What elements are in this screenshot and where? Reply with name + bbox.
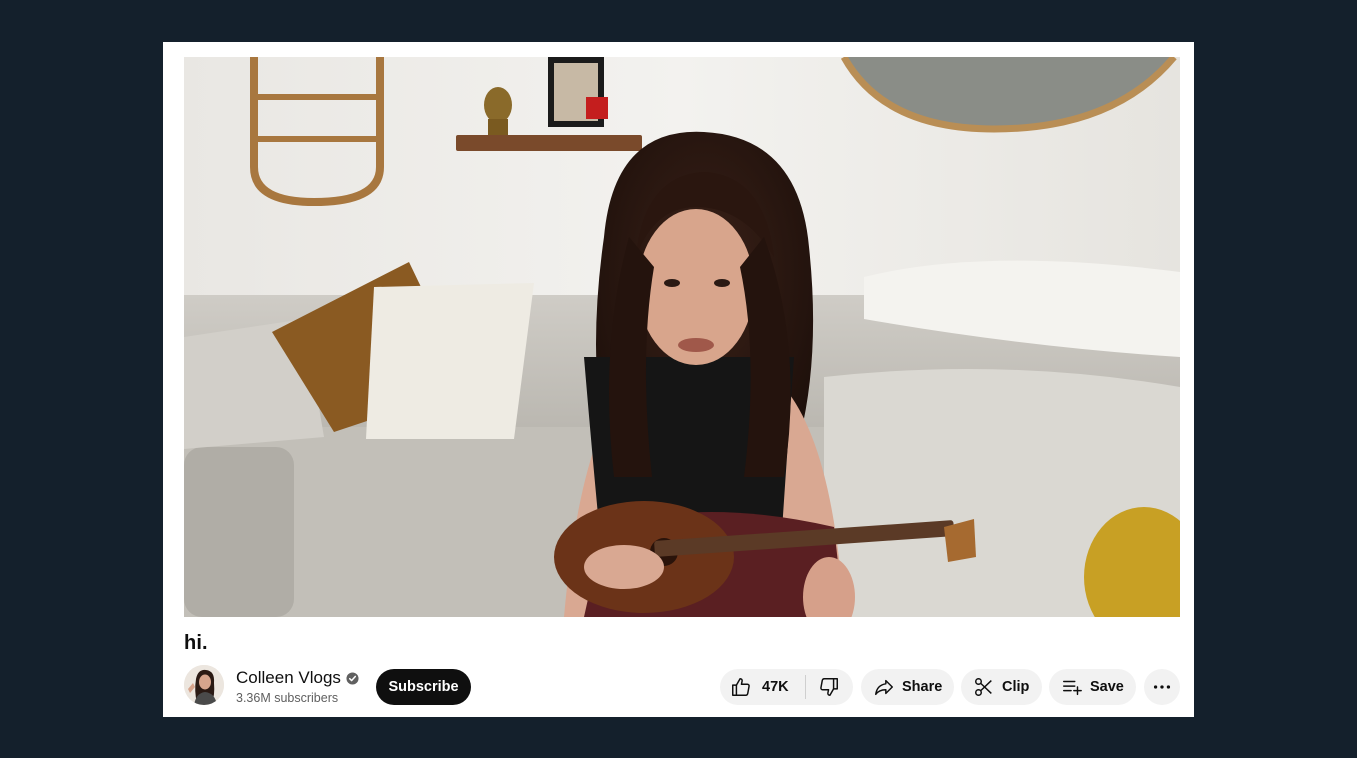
video-frame bbox=[184, 57, 1180, 617]
channel-name-text[interactable]: Colleen Vlogs bbox=[236, 668, 341, 688]
subscriber-count: 3.36M subscribers bbox=[236, 691, 339, 705]
like-dislike-group: 47K bbox=[720, 669, 853, 705]
channel-avatar[interactable] bbox=[184, 665, 224, 705]
video-card: hi. Colleen Vlogs 3.36M subscribers Subs… bbox=[163, 42, 1194, 717]
avatar-image bbox=[184, 665, 224, 705]
more-actions-button[interactable] bbox=[1144, 669, 1180, 705]
share-label: Share bbox=[902, 679, 943, 695]
verified-check-icon bbox=[346, 671, 359, 685]
thumbs-up-icon bbox=[730, 676, 752, 698]
more-horizontal-icon bbox=[1151, 676, 1173, 698]
playlist-add-icon bbox=[1061, 676, 1083, 698]
subscribe-button[interactable]: Subscribe bbox=[376, 669, 471, 705]
clip-button[interactable]: Clip bbox=[961, 669, 1042, 705]
dislike-button[interactable] bbox=[805, 669, 853, 705]
scissors-icon bbox=[973, 676, 995, 698]
channel-name[interactable]: Colleen Vlogs bbox=[236, 668, 359, 688]
thumbs-down-icon bbox=[818, 676, 840, 698]
video-player[interactable] bbox=[184, 57, 1180, 617]
share-arrow-icon bbox=[873, 676, 895, 698]
share-button[interactable]: Share bbox=[861, 669, 954, 705]
video-title: hi. bbox=[184, 632, 208, 654]
save-button[interactable]: Save bbox=[1049, 669, 1136, 705]
like-button[interactable]: 47K bbox=[720, 669, 797, 705]
like-count: 47K bbox=[762, 679, 789, 695]
save-label: Save bbox=[1090, 679, 1124, 695]
clip-label: Clip bbox=[1002, 679, 1030, 695]
